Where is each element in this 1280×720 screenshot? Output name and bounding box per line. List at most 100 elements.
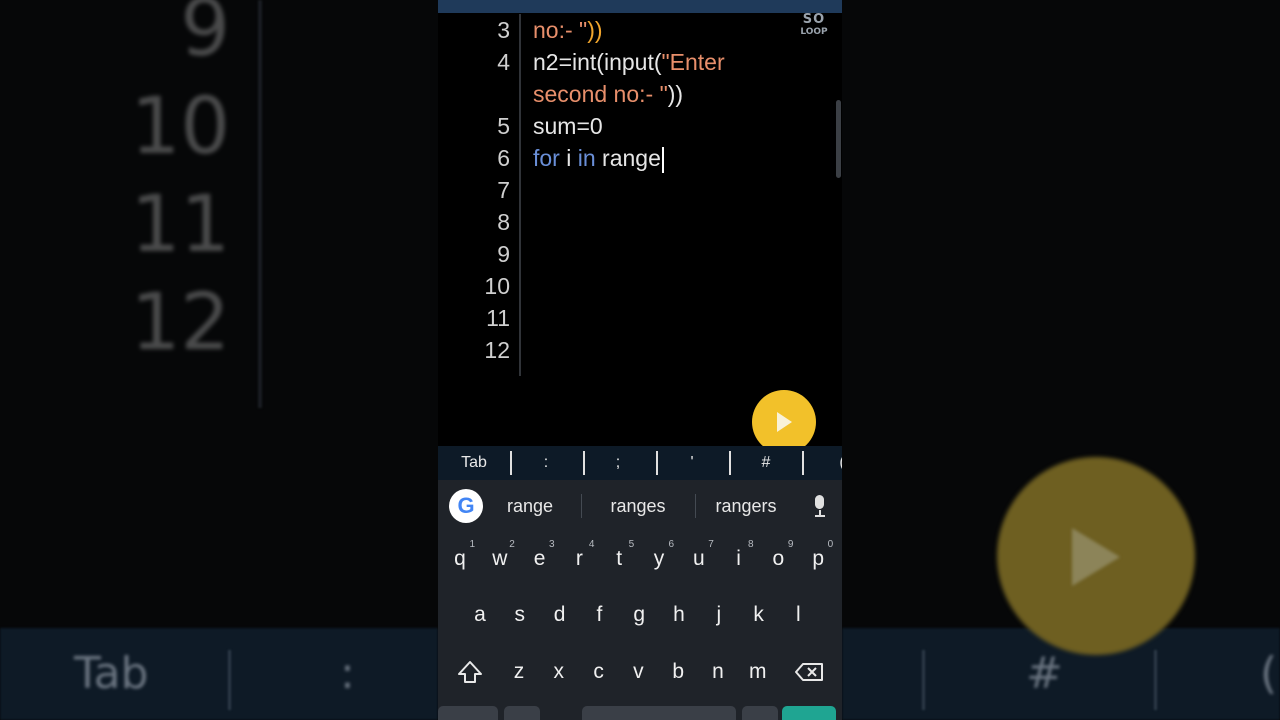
code-line[interactable]: 12 — [438, 334, 842, 366]
code-line[interactable]: 3 no:- ")) — [438, 14, 842, 46]
line-number: 10 — [484, 273, 510, 299]
space-key[interactable] — [582, 706, 736, 720]
key-d[interactable]: d — [542, 592, 578, 638]
line-number: 8 — [497, 209, 510, 235]
key-label: x — [553, 660, 565, 683]
code-line[interactable]: 9 — [438, 238, 842, 270]
key-label: c — [593, 660, 604, 683]
key-label: t — [616, 547, 623, 570]
comma-key[interactable] — [504, 706, 540, 720]
key-label: i — [736, 547, 741, 570]
background-bar-paren: ( — [1260, 648, 1278, 699]
backspace-key[interactable] — [790, 649, 830, 695]
key-v[interactable]: v — [620, 649, 656, 695]
key-e[interactable]: e3 — [522, 536, 558, 582]
key-hint: 9 — [787, 539, 794, 550]
code-text: for i in range — [533, 142, 664, 174]
background-left: 9 10 11 12 Tab : — [0, 0, 438, 720]
enter-key[interactable] — [782, 706, 836, 720]
key-label: n — [712, 660, 724, 683]
code-text: second no:- ")) — [533, 78, 683, 110]
key-y[interactable]: y6 — [641, 536, 677, 582]
key-label: s — [514, 603, 526, 626]
key-p[interactable]: p0 — [800, 536, 836, 582]
text-cursor — [661, 146, 664, 173]
symbols-key[interactable] — [438, 706, 498, 720]
key-hint: 0 — [827, 539, 834, 550]
key-r[interactable]: r4 — [561, 536, 597, 582]
run-button[interactable] — [752, 390, 816, 454]
phone-screen: SO LOOP 3 no:- ")) 4 n2=int(input("Enter sec… — [438, 0, 842, 720]
key-g[interactable]: g — [621, 592, 657, 638]
line-number: 11 — [486, 305, 510, 331]
key-h[interactable]: h — [661, 592, 697, 638]
key-i[interactable]: i8 — [721, 536, 757, 582]
key-label: d — [553, 603, 566, 626]
code-token: for — [533, 145, 560, 171]
symbol-separator — [583, 451, 585, 475]
code-line[interactable]: 6 for i in range — [438, 142, 842, 174]
symbol-key[interactable]: ' — [680, 446, 704, 480]
key-label: e — [533, 547, 546, 570]
google-icon[interactable]: G — [449, 489, 483, 523]
symbol-separator — [802, 451, 804, 475]
line-number: 12 — [484, 337, 510, 363]
background-line-number: 10 — [130, 82, 230, 172]
code-line[interactable]: 4 n2=int(input("Enter — [438, 46, 842, 78]
top-app-bar — [438, 0, 842, 13]
mic-icon[interactable] — [810, 495, 830, 519]
code-editor[interactable]: 3 no:- ")) 4 n2=int(input("Enter second no:-… — [438, 14, 842, 376]
code-line[interactable]: 11 — [438, 302, 842, 334]
key-x[interactable]: x — [541, 649, 577, 695]
key-u[interactable]: u7 — [681, 536, 717, 582]
suggestion-ranges[interactable]: ranges — [593, 492, 683, 520]
code-line[interactable]: 10 — [438, 270, 842, 302]
key-w[interactable]: w2 — [482, 536, 518, 582]
key-label: w — [492, 547, 508, 570]
key-f[interactable]: f — [581, 592, 617, 638]
symbol-key[interactable]: Tab — [456, 446, 492, 480]
key-m[interactable]: m — [740, 649, 776, 695]
editor-scrollbar[interactable] — [836, 100, 841, 178]
line-number: 5 — [497, 113, 510, 139]
key-n[interactable]: n — [700, 649, 736, 695]
period-key[interactable] — [742, 706, 778, 720]
symbol-key[interactable]: ; — [606, 446, 630, 480]
key-o[interactable]: o9 — [760, 536, 796, 582]
key-s[interactable]: s — [502, 592, 538, 638]
key-c[interactable]: c — [581, 649, 617, 695]
shift-icon — [458, 661, 482, 683]
key-t[interactable]: t5 — [601, 536, 637, 582]
key-hint: 6 — [668, 539, 674, 550]
code-line[interactable]: 7 — [438, 174, 842, 206]
symbol-separator — [510, 451, 512, 475]
symbol-separator — [656, 451, 658, 475]
key-hint: 1 — [469, 539, 475, 550]
code-line[interactable]: second no:- ")) — [438, 78, 842, 110]
key-q[interactable]: q1 — [442, 536, 478, 582]
code-token: n2=int(input( — [533, 49, 662, 75]
symbol-key[interactable]: ( — [830, 446, 842, 480]
suggestion-separator — [581, 494, 582, 518]
key-j[interactable]: j — [701, 592, 737, 638]
key-label: u — [692, 547, 705, 570]
key-k[interactable]: k — [741, 592, 777, 638]
key-z[interactable]: z — [501, 649, 537, 695]
key-b[interactable]: b — [660, 649, 696, 695]
symbol-key[interactable]: : — [534, 446, 558, 480]
key-hint: 2 — [509, 539, 515, 550]
code-token: no:- " — [533, 17, 588, 43]
key-l[interactable]: l — [780, 592, 816, 638]
code-line[interactable]: 5 sum=0 — [438, 110, 842, 142]
soft-keyboard: G range ranges rangers q1w2e3r4t5y6u7i8o… — [438, 480, 842, 720]
shift-key[interactable] — [452, 649, 488, 695]
key-label: o — [772, 547, 785, 570]
code-token: i — [559, 145, 578, 171]
key-label: j — [716, 603, 722, 626]
suggestion-rangers[interactable]: rangers — [703, 492, 789, 520]
key-a[interactable]: a — [462, 592, 498, 638]
code-line[interactable]: 8 — [438, 206, 842, 238]
symbol-key[interactable]: # — [754, 446, 778, 480]
key-hint: 7 — [708, 539, 714, 550]
suggestion-range[interactable]: range — [490, 492, 570, 520]
